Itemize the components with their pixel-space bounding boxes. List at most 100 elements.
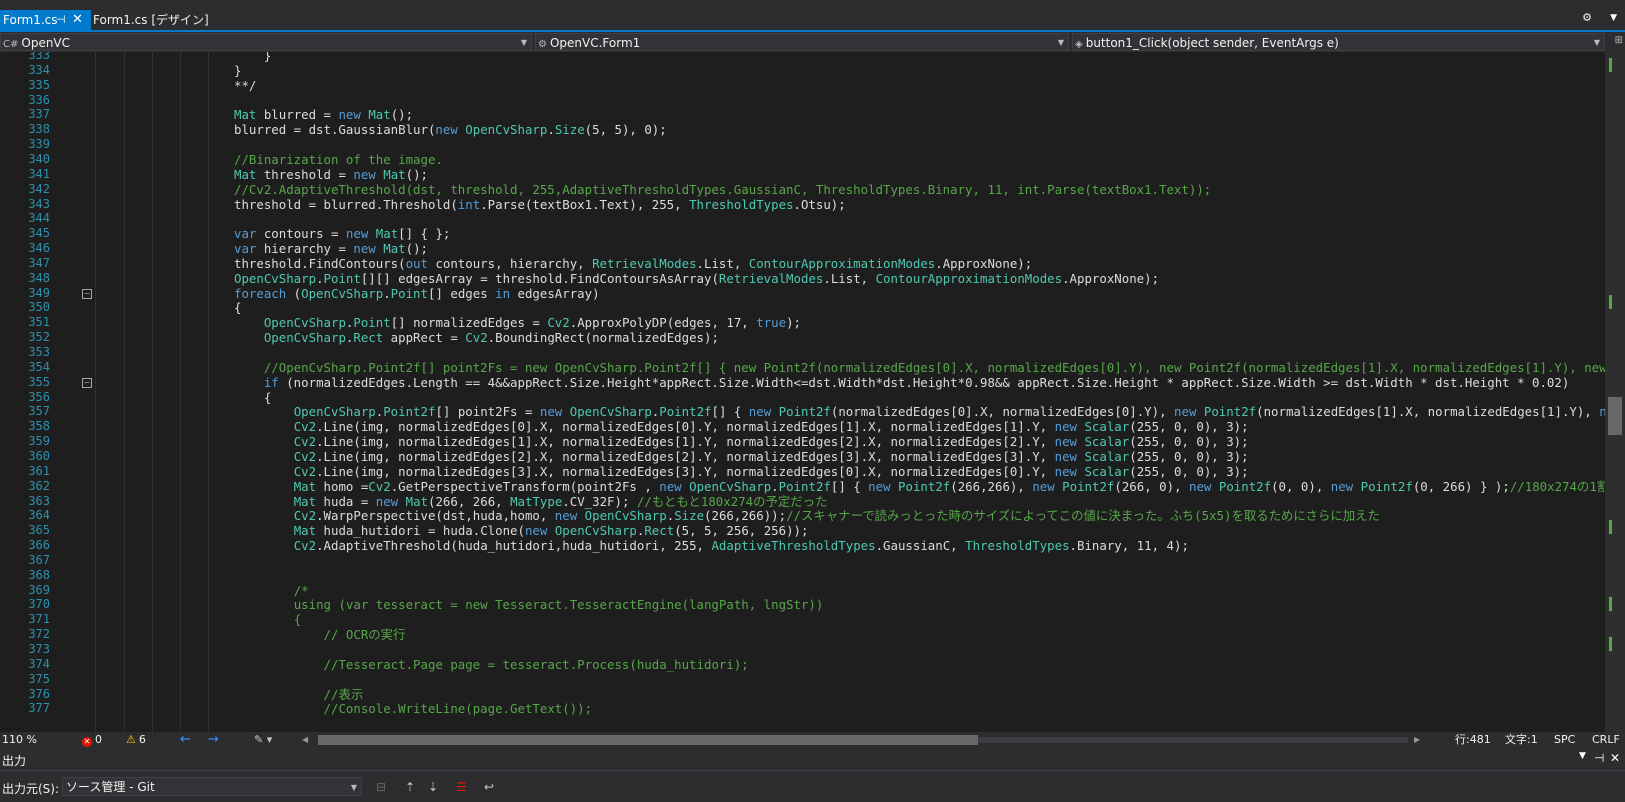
whitespace-mode[interactable]: SPC bbox=[1554, 732, 1575, 748]
code-line[interactable]: threshold.FindContours(out contours, hie… bbox=[234, 256, 1032, 271]
code-area[interactable]: }} **/Mat blurred = new Mat(); blurred = d… bbox=[0, 52, 1605, 732]
clear-all-icon[interactable]: ☰ bbox=[456, 780, 467, 794]
code-line[interactable]: Cv2.Line(img, normalizedEdges[1].X, norm… bbox=[234, 434, 1249, 449]
code-line[interactable]: Mat threshold = new Mat(); bbox=[234, 167, 428, 182]
close-icon[interactable]: ✕ bbox=[72, 10, 83, 30]
vertical-scroll-thumb[interactable] bbox=[1608, 397, 1622, 435]
code-line[interactable]: Mat huda = new Mat(266, 266, MatType.CV_… bbox=[234, 494, 828, 509]
tab-label: Form1.cs [デザイン] bbox=[93, 13, 209, 27]
code-line[interactable]: Mat blurred = new Mat(); bbox=[234, 107, 413, 122]
horizontal-scroll-thumb[interactable] bbox=[318, 735, 978, 745]
change-marker bbox=[1609, 295, 1612, 309]
code-line[interactable]: //表示 bbox=[234, 687, 364, 702]
scroll-left-icon[interactable]: ◀ bbox=[302, 732, 308, 748]
document-tab-bar: Form1.cs ⊣ ✕ Form1.cs [デザイン] ⚙ ▼ bbox=[0, 0, 1625, 30]
code-line[interactable]: var hierarchy = new Mat(); bbox=[234, 241, 428, 256]
pin-icon[interactable]: ⊣ bbox=[56, 10, 66, 30]
tab-form1-cs[interactable]: Form1.cs ⊣ ✕ bbox=[0, 10, 91, 30]
code-line[interactable]: { bbox=[234, 612, 301, 627]
code-line[interactable]: OpenCvSharp.Point2f[] point2Fs = new Ope… bbox=[234, 404, 1605, 419]
panel-menu-icon[interactable]: ▼ bbox=[1579, 751, 1586, 761]
code-line[interactable]: { bbox=[234, 300, 241, 315]
previous-message-icon[interactable]: ⇡ bbox=[405, 780, 415, 794]
tab-label: Form1.cs bbox=[3, 13, 58, 27]
brush-icon[interactable]: ✎ ▾ bbox=[254, 732, 272, 748]
error-icon: ✕ bbox=[82, 737, 92, 747]
class-dropdown[interactable]: ⚙ OpenVC.Form1 ▼ bbox=[535, 33, 1069, 51]
output-source-value: ソース管理 - Git bbox=[66, 780, 155, 794]
code-line[interactable]: //OpenCvSharp.Point2f[] point2Fs = new O… bbox=[234, 360, 1605, 375]
navigate-back-icon[interactable]: ← bbox=[180, 732, 191, 748]
class-name: OpenVC.Form1 bbox=[549, 36, 641, 50]
zoom-level[interactable]: 110 % bbox=[2, 732, 37, 748]
code-line[interactable]: //Cv2.AdaptiveThreshold(dst, threshold, … bbox=[234, 182, 1211, 197]
code-line[interactable]: //Binarization of the image. bbox=[234, 152, 443, 167]
code-line[interactable]: OpenCvSharp.Point[][] edgesArray = thres… bbox=[234, 271, 1159, 286]
line-ending[interactable]: CRLF bbox=[1592, 732, 1620, 748]
code-line[interactable]: OpenCvSharp.Point[] normalizedEdges = Cv… bbox=[234, 315, 801, 330]
code-line[interactable]: using (var tesseract = new Tesseract.Tes… bbox=[234, 597, 824, 612]
code-line[interactable]: Mat huda_hutidori = huda.Clone(new OpenC… bbox=[234, 523, 809, 538]
error-count[interactable]: ✕ 0 bbox=[82, 732, 102, 748]
indent-guide bbox=[95, 52, 96, 732]
warning-count-value: 6 bbox=[138, 733, 146, 746]
code-line[interactable]: blurred = dst.GaussianBlur(new OpenCvSha… bbox=[234, 122, 667, 137]
code-line[interactable]: threshold = blurred.Threshold(int.Parse(… bbox=[234, 197, 846, 212]
chevron-down-icon: ▼ bbox=[1057, 38, 1064, 47]
change-marker bbox=[1609, 597, 1612, 611]
indent-guide bbox=[152, 52, 153, 732]
project-name: OpenVC bbox=[21, 36, 71, 50]
indent-guide bbox=[180, 52, 181, 732]
split-window-icon[interactable]: ⊞ bbox=[1615, 35, 1623, 46]
chevron-down-icon: ▼ bbox=[1593, 38, 1600, 47]
output-title: 出力 bbox=[2, 754, 27, 768]
scroll-right-icon[interactable]: ▶ bbox=[1414, 732, 1420, 748]
code-line[interactable]: Mat homo =Cv2.GetPerspectiveTransform(po… bbox=[234, 479, 1605, 494]
member-name: button1_Click(object sender, EventArgs e… bbox=[1085, 36, 1339, 50]
code-line[interactable]: Cv2.Line(img, normalizedEdges[2].X, norm… bbox=[234, 449, 1249, 464]
warning-icon: ⚠ bbox=[126, 733, 136, 746]
code-line[interactable]: { bbox=[234, 390, 271, 405]
project-dropdown[interactable]: C# OpenVC ▼ bbox=[0, 33, 532, 51]
warning-count[interactable]: ⚠ 6 bbox=[126, 732, 146, 748]
indent-guide bbox=[124, 52, 125, 732]
code-line[interactable]: OpenCvSharp.Rect appRect = Cv2.BoundingR… bbox=[234, 330, 719, 345]
code-line[interactable]: foreach (OpenCvSharp.Point[] edges in ed… bbox=[234, 286, 600, 301]
code-line[interactable]: Cv2.AdaptiveThreshold(huda_hutidori,huda… bbox=[234, 538, 1189, 553]
code-line[interactable]: Cv2.Line(img, normalizedEdges[0].X, norm… bbox=[234, 419, 1249, 434]
code-line[interactable]: Cv2.Line(img, normalizedEdges[3].X, norm… bbox=[234, 464, 1249, 479]
output-source-dropdown[interactable]: ソース管理 - Git ▼ bbox=[62, 777, 362, 796]
output-panel-header: 出力 ▼ ⊣ ✕ bbox=[0, 748, 1625, 770]
code-line[interactable]: /* bbox=[234, 583, 309, 598]
close-icon[interactable]: ✕ bbox=[1610, 751, 1620, 765]
editor-status-bar: 110 % ✕ 0 ⚠ 6 ← → ✎ ▾ ◀ ▶ 行:481 文字:1 SPC C… bbox=[0, 732, 1625, 748]
code-line[interactable]: var contours = new Mat[] { }; bbox=[234, 226, 450, 241]
tab-dropdown-icon[interactable]: ▼ bbox=[1610, 13, 1617, 23]
member-dropdown[interactable]: ◈ button1_Click(object sender, EventArgs … bbox=[1072, 33, 1605, 51]
navigate-forward-icon[interactable]: → bbox=[208, 732, 219, 748]
horizontal-scrollbar[interactable] bbox=[318, 735, 1408, 745]
tab-form1-design[interactable]: Form1.cs [デザイン] bbox=[90, 10, 209, 30]
find-message-icon[interactable]: ⊟ bbox=[376, 780, 386, 794]
change-marker bbox=[1609, 520, 1612, 534]
vertical-scrollbar[interactable] bbox=[1605, 52, 1625, 732]
code-line[interactable]: Cv2.WarpPerspective(dst,huda,homo, new O… bbox=[234, 508, 1380, 523]
code-line[interactable]: if (normalizedEdges.Length == 4&&appRect… bbox=[234, 375, 1569, 390]
cursor-line[interactable]: 行:481 bbox=[1455, 732, 1491, 748]
code-line[interactable]: //Tesseract.Page page = tesseract.Proces… bbox=[234, 657, 749, 672]
settings-icon[interactable]: ⚙ bbox=[1582, 11, 1592, 24]
code-editor[interactable]: 333 334 335 336 337 338 339 340 341 342 343 344 345 3… bbox=[0, 52, 1625, 732]
code-line[interactable]: **/ bbox=[234, 78, 256, 93]
word-wrap-icon[interactable]: ↩ bbox=[484, 780, 494, 794]
code-line[interactable]: } bbox=[234, 63, 241, 78]
chevron-down-icon: ▼ bbox=[520, 38, 527, 47]
cursor-column[interactable]: 文字:1 bbox=[1505, 732, 1538, 748]
pin-icon[interactable]: ⊣ bbox=[1594, 751, 1604, 765]
change-marker bbox=[1609, 637, 1612, 651]
code-line[interactable]: //Console.WriteLine(page.GetText()); bbox=[234, 701, 593, 716]
code-line[interactable]: // OCRの実行 bbox=[234, 627, 406, 642]
code-line[interactable]: } bbox=[234, 52, 271, 63]
indent-guide bbox=[208, 52, 209, 732]
next-message-icon[interactable]: ⇣ bbox=[428, 780, 438, 794]
chevron-down-icon: ▼ bbox=[350, 783, 357, 792]
